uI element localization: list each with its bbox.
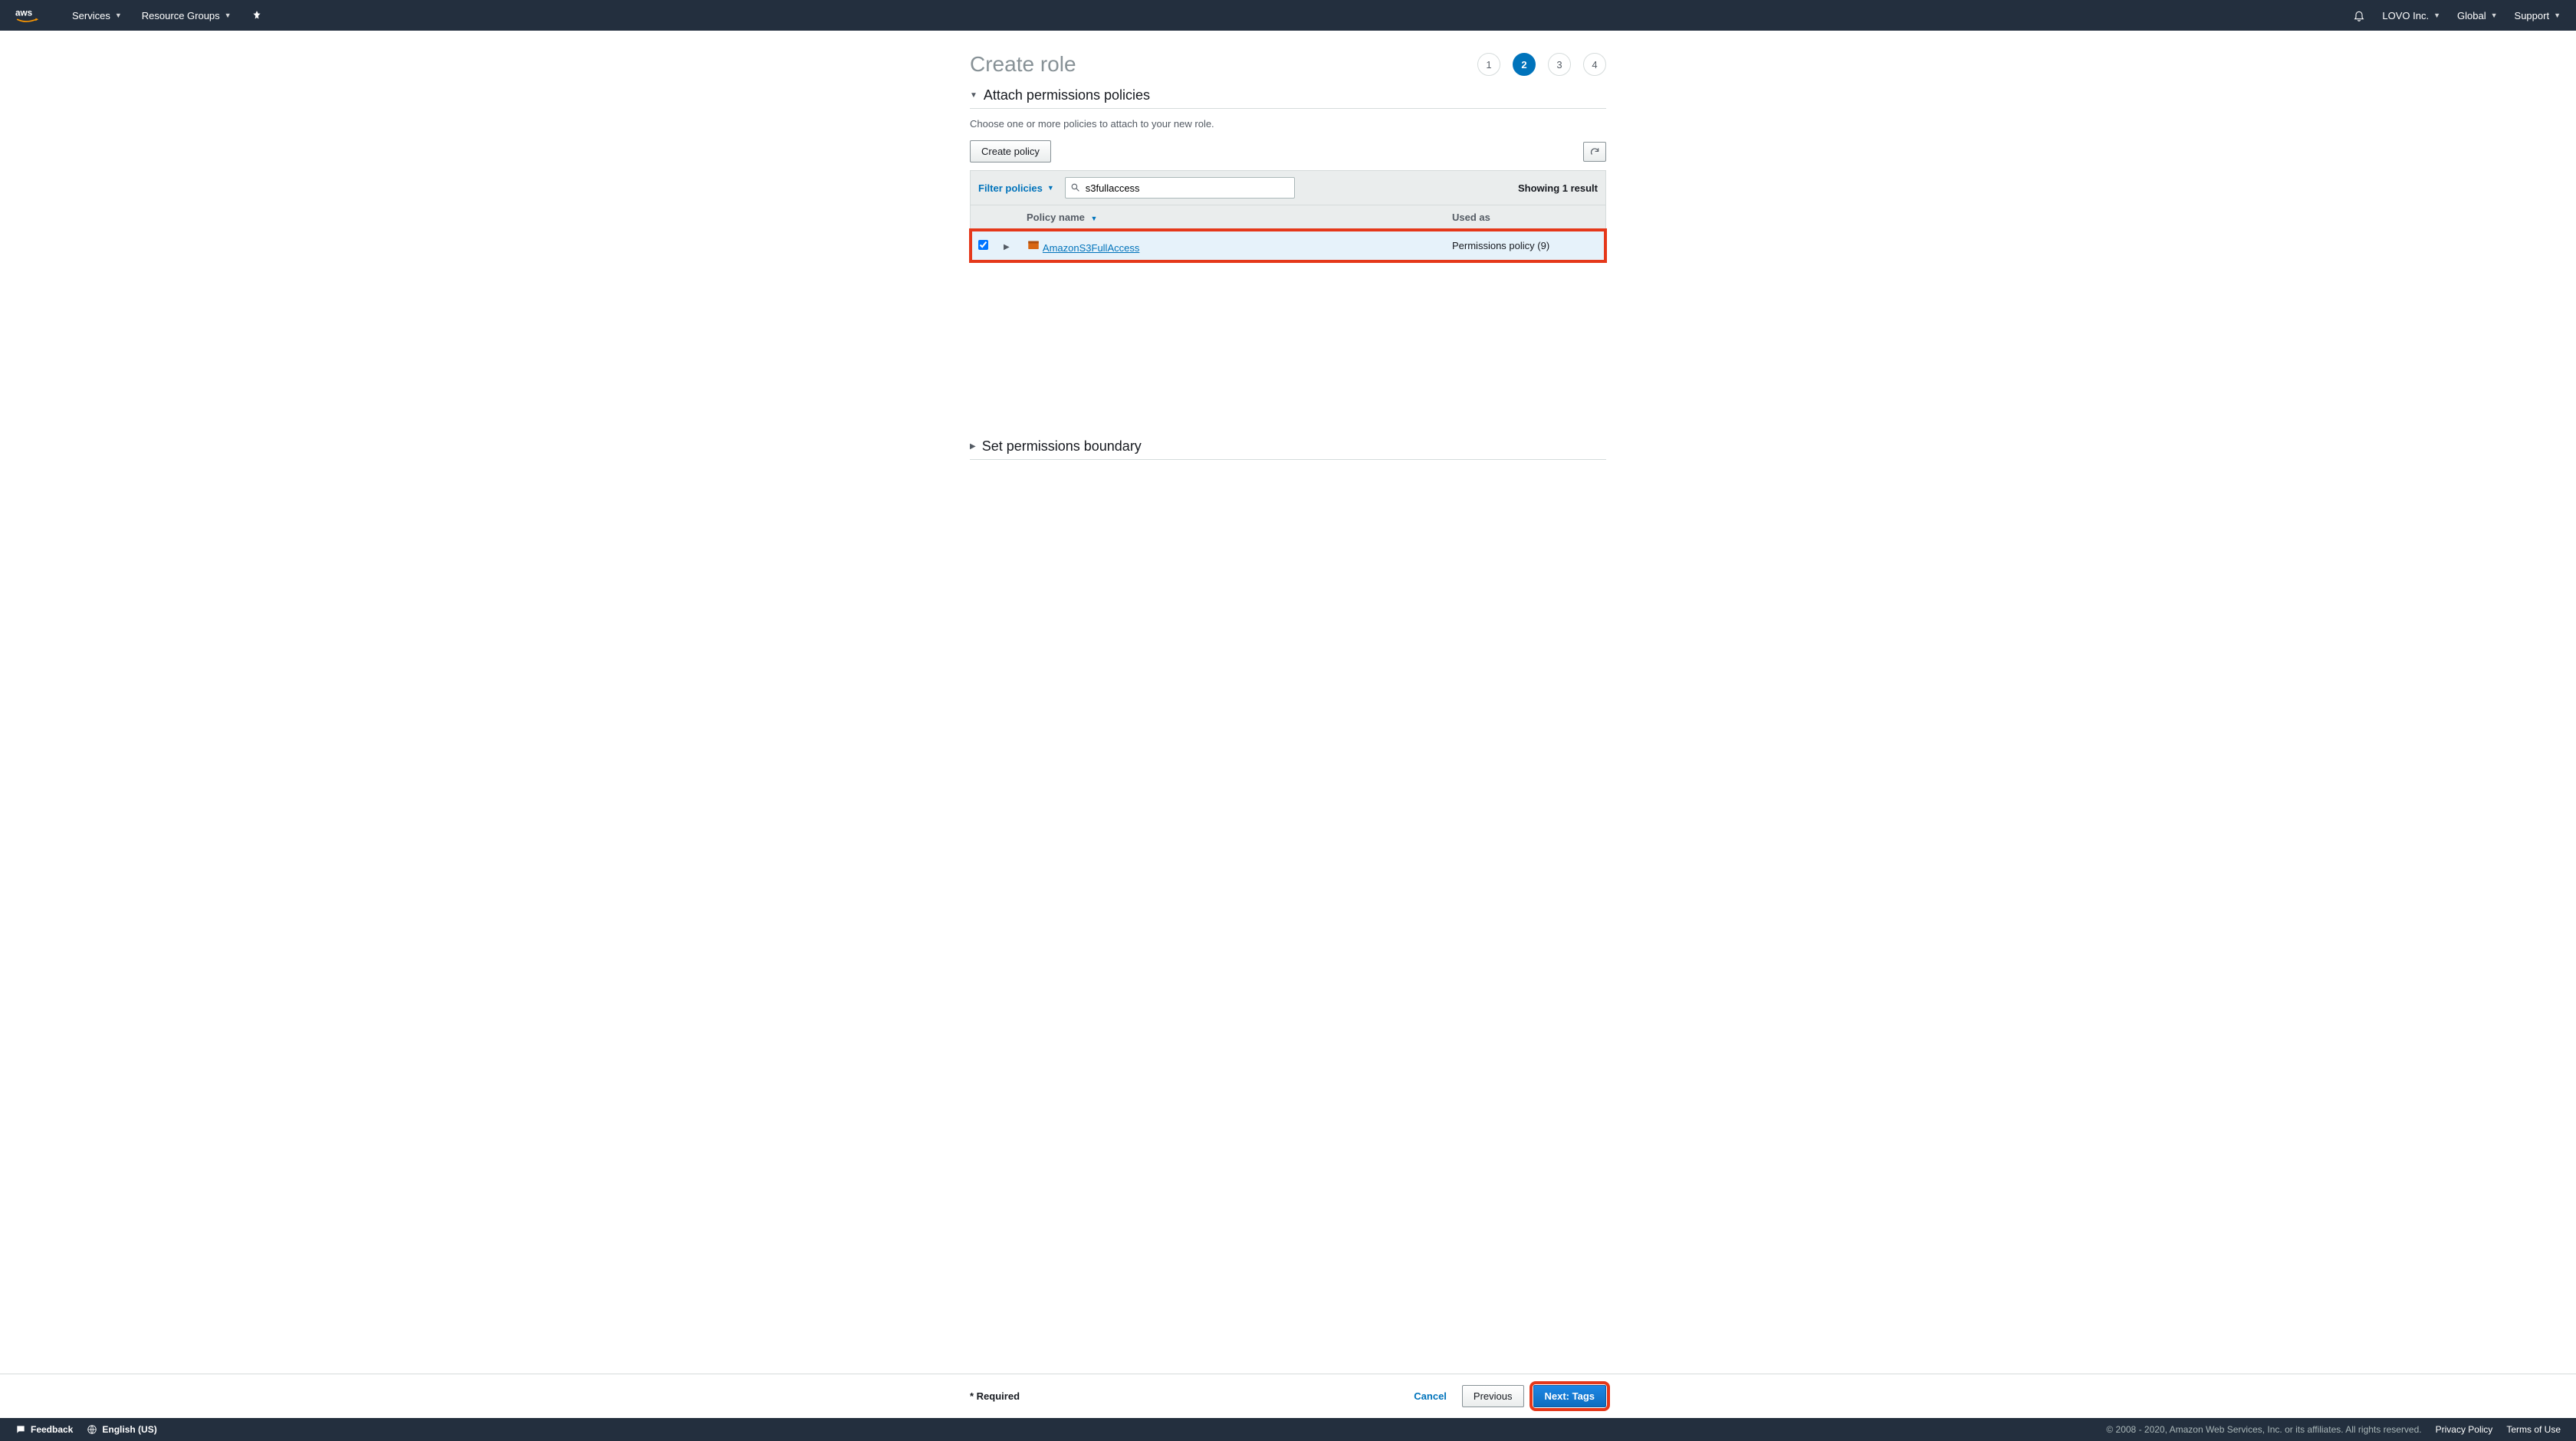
- nav-account[interactable]: LOVO Inc. ▼: [2382, 10, 2440, 21]
- aws-logo[interactable]: aws: [15, 7, 49, 24]
- nav-account-label: LOVO Inc.: [2382, 10, 2429, 21]
- nav-resource-groups[interactable]: Resource Groups ▼: [142, 10, 232, 21]
- wizard-steps: 1 2 3 4: [1477, 53, 1606, 76]
- previous-button[interactable]: Previous: [1462, 1385, 1524, 1407]
- chevron-down-icon: ▼: [2433, 11, 2440, 19]
- globe-icon: [87, 1424, 97, 1435]
- policy-search-input[interactable]: [1065, 177, 1295, 199]
- filter-label: Filter policies: [978, 182, 1043, 194]
- attach-heading: Attach permissions policies: [984, 87, 1150, 103]
- nav-pin[interactable]: [251, 10, 262, 21]
- sort-caret-icon: ▼: [1091, 215, 1098, 222]
- expand-toggle-icon[interactable]: ▶: [970, 442, 976, 451]
- aws-managed-policy-icon: [1027, 242, 1043, 254]
- cancel-link[interactable]: Cancel: [1414, 1390, 1447, 1402]
- nav-resource-groups-label: Resource Groups: [142, 10, 220, 21]
- table-row[interactable]: ▶ AmazonS3FullAccess Permissions policy …: [971, 230, 1605, 262]
- boundary-heading: Set permissions boundary: [982, 438, 1142, 455]
- chevron-down-icon: ▼: [1047, 184, 1054, 192]
- page-title: Create role: [970, 52, 1076, 77]
- result-count: Showing 1 result: [1518, 182, 1598, 194]
- nav-support[interactable]: Support ▼: [2515, 10, 2561, 21]
- feedback-link[interactable]: Feedback: [15, 1424, 73, 1435]
- step-4[interactable]: 4: [1583, 53, 1606, 76]
- create-policy-button[interactable]: Create policy: [970, 140, 1051, 162]
- nav-support-label: Support: [2515, 10, 2550, 21]
- refresh-button[interactable]: [1583, 142, 1606, 162]
- chevron-down-icon: ▼: [2491, 11, 2498, 19]
- attach-section-header: ▼ Attach permissions policies: [970, 87, 1606, 109]
- nav-region-label: Global: [2457, 10, 2486, 21]
- privacy-link[interactable]: Privacy Policy: [2436, 1424, 2493, 1435]
- svg-text:aws: aws: [15, 8, 33, 18]
- search-icon: [1070, 182, 1080, 195]
- nav-region[interactable]: Global ▼: [2457, 10, 2498, 21]
- page-content: Create role 1 2 3 4 ▼ Attach permissions…: [970, 52, 1606, 1374]
- pin-icon: [251, 10, 262, 21]
- boundary-section-header: ▶ Set permissions boundary: [970, 438, 1606, 460]
- col-policy-name[interactable]: Policy name ▼: [1019, 205, 1444, 230]
- action-bar: * Required Cancel Previous Next: Tags: [0, 1374, 2576, 1418]
- chevron-down-icon: ▼: [115, 11, 122, 19]
- collapse-toggle-icon[interactable]: ▼: [970, 91, 978, 100]
- nav-services[interactable]: Services ▼: [72, 10, 122, 21]
- row-checkbox[interactable]: [978, 240, 988, 250]
- attach-description: Choose one or more policies to attach to…: [970, 118, 1606, 130]
- filter-policies-dropdown[interactable]: Filter policies ▼: [978, 182, 1054, 194]
- copyright: © 2008 - 2020, Amazon Web Services, Inc.…: [2106, 1424, 2421, 1435]
- nav-notifications[interactable]: [2353, 9, 2365, 21]
- bell-icon: [2353, 9, 2365, 21]
- refresh-icon: [1589, 146, 1600, 157]
- step-3[interactable]: 3: [1548, 53, 1571, 76]
- policy-table: Policy name ▼ Used as ▶ AmazonS3FullAcce…: [971, 205, 1605, 261]
- expand-row-icon[interactable]: ▶: [1004, 243, 1010, 251]
- next-button[interactable]: Next: Tags: [1533, 1385, 1607, 1407]
- nav-services-label: Services: [72, 10, 110, 21]
- chevron-down-icon: ▼: [225, 11, 232, 19]
- required-note: * Required: [970, 1390, 1020, 1402]
- top-nav: aws Services ▼ Resource Groups ▼ LOVO In…: [0, 0, 2576, 31]
- used-as-cell: Permissions policy (9): [1444, 230, 1605, 262]
- col-used-as: Used as: [1444, 205, 1605, 230]
- footer: Feedback English (US) © 2008 - 2020, Ama…: [0, 1418, 2576, 1441]
- chevron-down-icon: ▼: [2554, 11, 2561, 19]
- terms-link[interactable]: Terms of Use: [2506, 1424, 2561, 1435]
- language-selector[interactable]: English (US): [87, 1424, 156, 1435]
- step-2[interactable]: 2: [1513, 53, 1536, 76]
- step-1[interactable]: 1: [1477, 53, 1500, 76]
- chat-icon: [15, 1424, 26, 1435]
- policy-name-link[interactable]: AmazonS3FullAccess: [1043, 242, 1139, 254]
- policy-panel: Filter policies ▼ Showing 1 result Polic…: [970, 170, 1606, 262]
